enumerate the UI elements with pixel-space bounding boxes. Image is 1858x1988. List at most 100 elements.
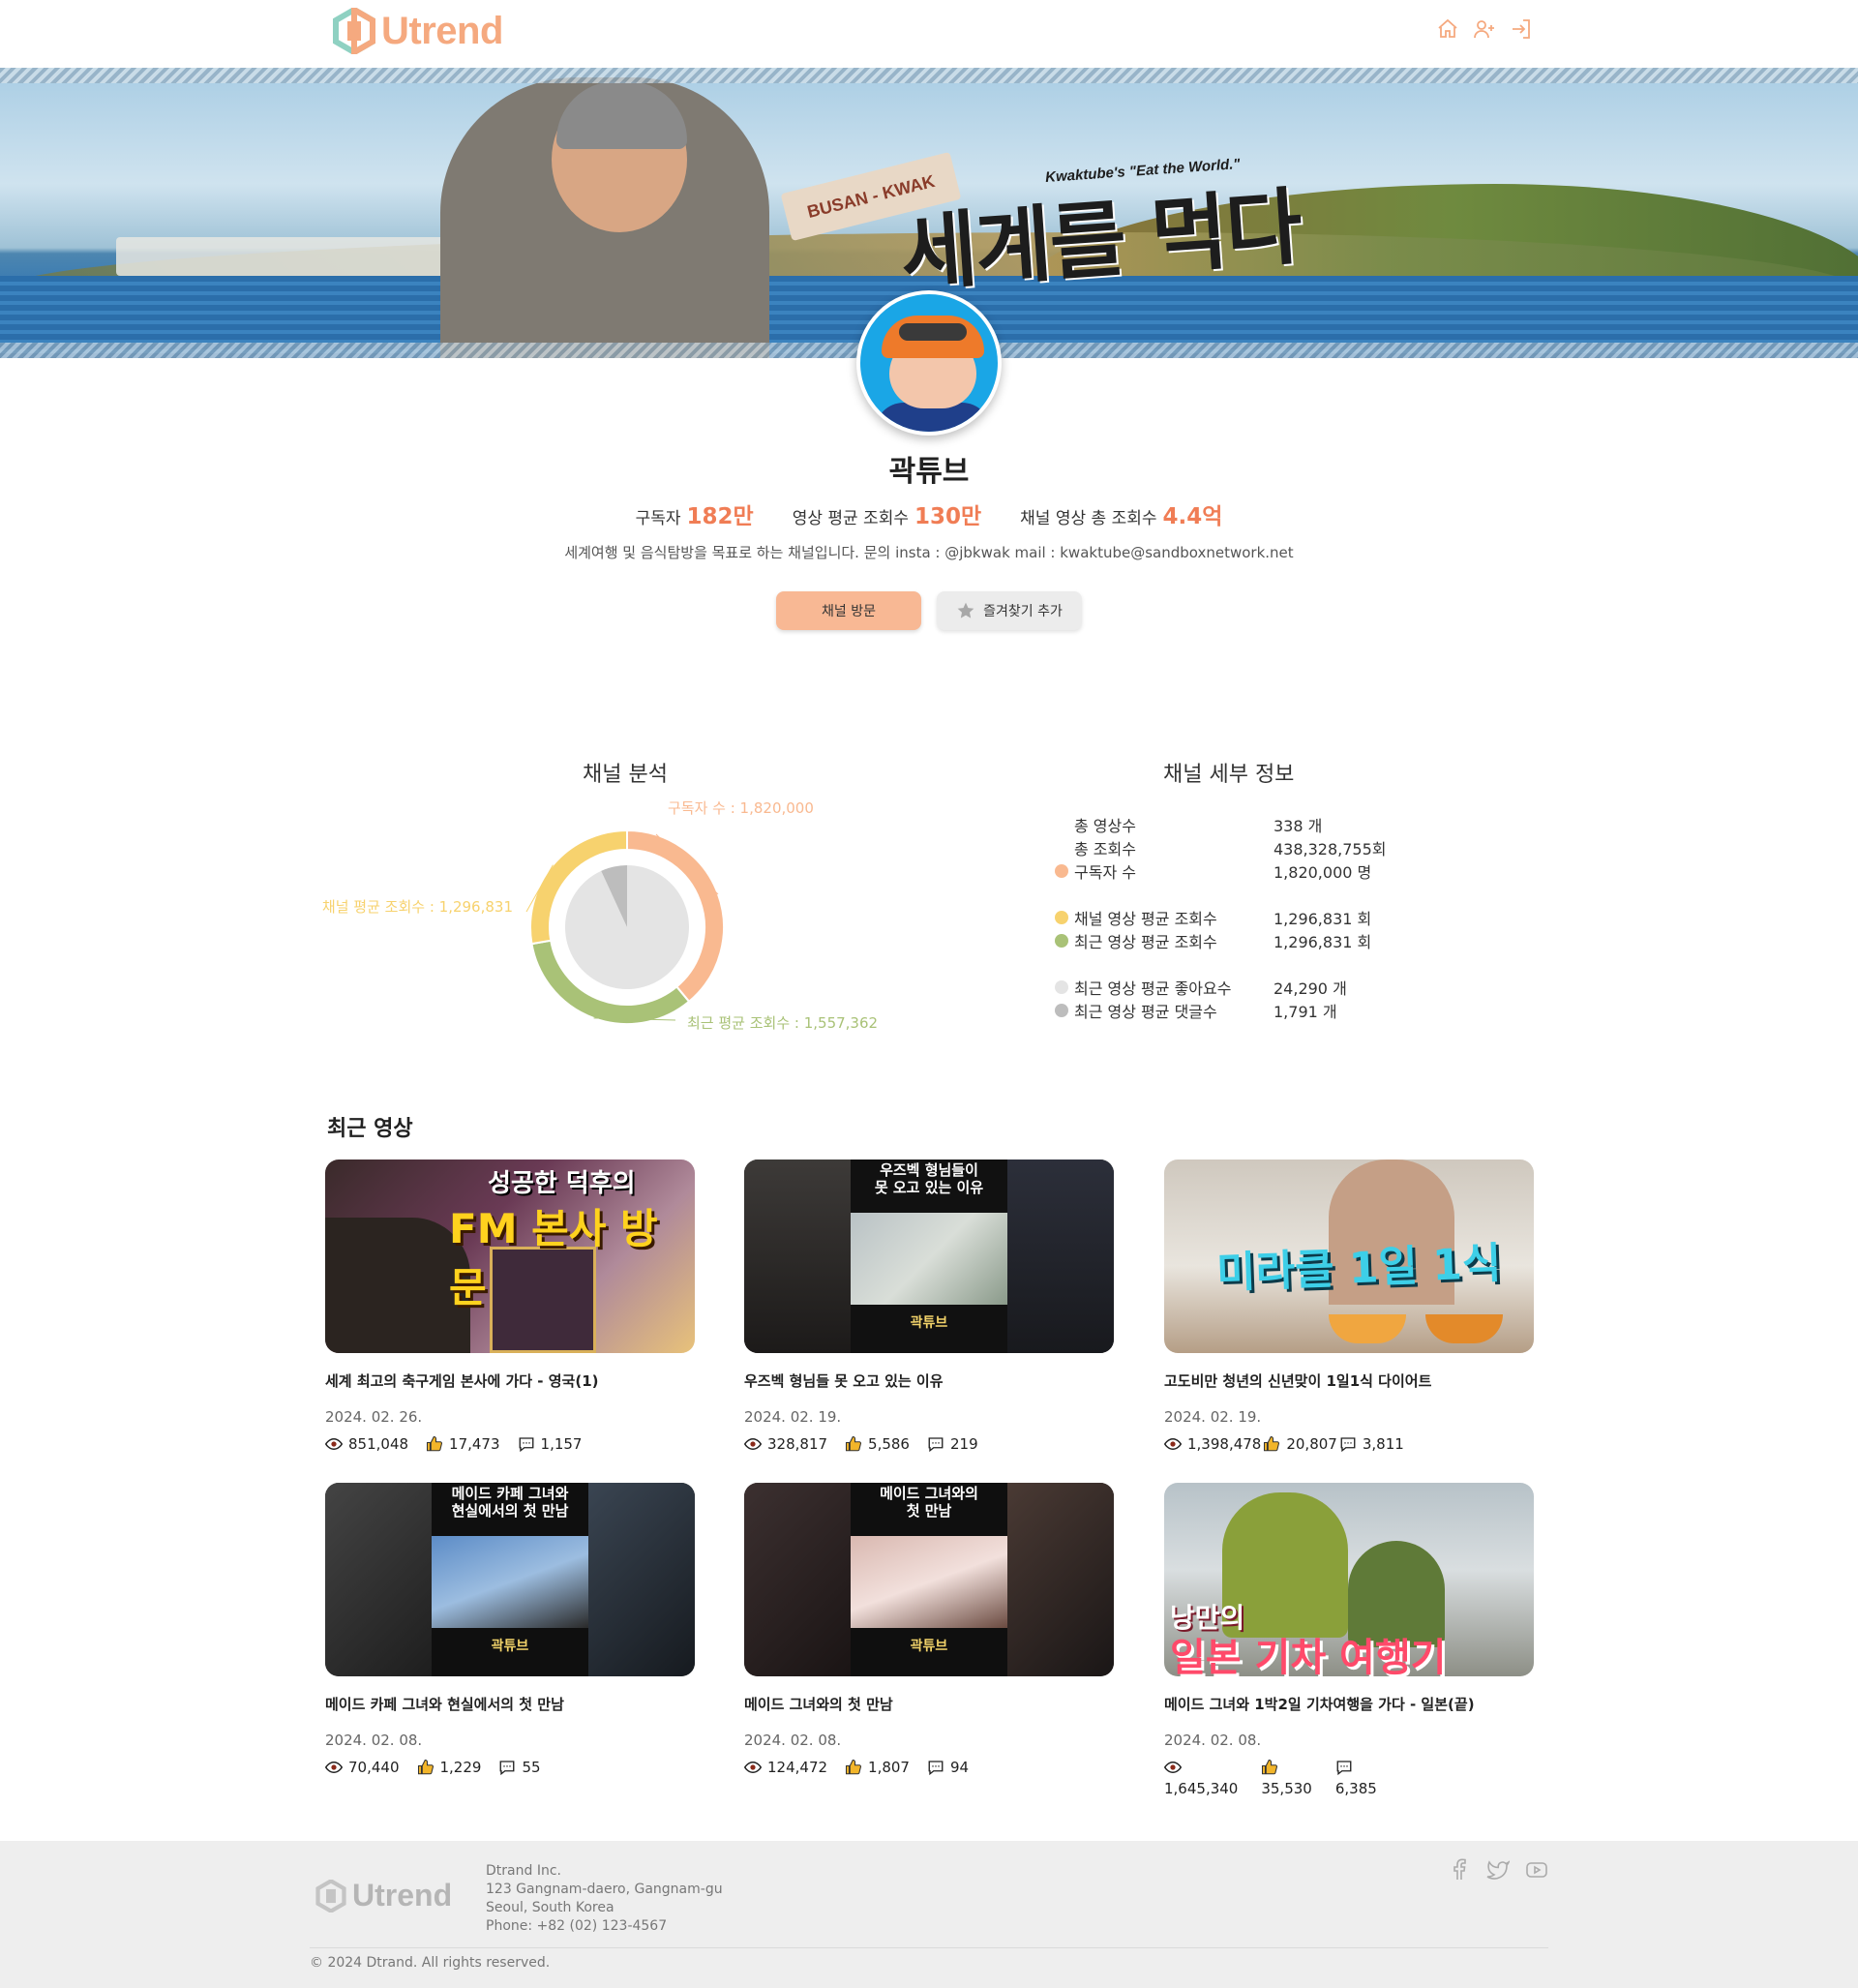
stat-label: 영상 평균 조회수 <box>792 509 909 528</box>
video-stats: 328,817 5,586 219 <box>744 1435 1114 1453</box>
thumb-side-left <box>744 1160 851 1353</box>
video-card[interactable]: 낭만의 일본 기차 여행기 메이드 그녀와 1박2일 기차여행을 가다 - 일본… <box>1164 1483 1534 1797</box>
login-icon[interactable] <box>1510 17 1533 41</box>
comment-count: 219 <box>949 1435 978 1453</box>
video-thumbnail[interactable]: 메이드 카페 그녀와 현실에서의 첫 만남 곽튜브 <box>325 1483 695 1676</box>
detail-value: 24,290 개 <box>1274 979 1347 998</box>
comment-count: 1,157 <box>540 1435 583 1453</box>
eye-icon <box>744 1761 762 1774</box>
video-card[interactable]: 우즈벡 형님들이 못 오고 있는 이유 곽튜브 우즈벡 형님들 못 오고 있는 … <box>744 1160 1114 1453</box>
home-icon[interactable] <box>1436 17 1459 41</box>
youtube-icon[interactable] <box>1525 1858 1548 1882</box>
video-card[interactable]: 메이드 카페 그녀와 현실에서의 첫 만남 곽튜브 메이드 카페 그녀와 현실에… <box>325 1483 695 1776</box>
user-plus-icon[interactable] <box>1473 17 1496 41</box>
video-thumbnail[interactable]: 미라클 1일 1식 <box>1164 1160 1534 1353</box>
video-date: 2024. 02. 08. <box>1164 1732 1262 1749</box>
detail-row: 채널 영상 평균 조회수 1,296,831 회 <box>1055 906 1442 929</box>
thumb-text: 곽튜브 <box>910 1639 948 1654</box>
logo-text: Utrend <box>381 9 503 52</box>
stat-total-views: 채널 영상 총 조회수 4.4억 <box>1020 497 1222 530</box>
recent-videos-title: 최근 영상 <box>327 1117 413 1141</box>
video-card[interactable]: 성공한 덕후의 FM 본사 방문 세계 최고의 축구게임 본사에 가다 - 영국… <box>325 1160 695 1453</box>
like-count: 17,473 <box>449 1435 500 1453</box>
channel-avatar <box>856 290 1002 436</box>
video-title[interactable]: 메이드 그녀와의 첫 만남 <box>744 1694 1114 1714</box>
detail-value: 438,328,755회 <box>1274 840 1387 858</box>
app-logo[interactable]: Utrend <box>333 8 503 54</box>
video-stats: 1,645,340 35,530 6,385 <box>1164 1759 1534 1797</box>
legend-dot <box>1055 980 1068 994</box>
thumb-text: 일본 기차 여행기 <box>1170 1636 1447 1676</box>
thumb-scene <box>851 1536 1007 1628</box>
slice-label: 구독자 수 : 1,820,000 <box>668 799 814 817</box>
video-thumbnail[interactable]: 우즈벡 형님들이 못 오고 있는 이유 곽튜브 <box>744 1160 1114 1353</box>
video-date: 2024. 02. 08. <box>325 1732 423 1749</box>
video-thumbnail[interactable]: 낭만의 일본 기차 여행기 <box>1164 1483 1534 1676</box>
eye-icon <box>744 1437 762 1451</box>
add-favorite-button[interactable]: 즐겨찾기 추가 <box>937 591 1082 630</box>
thumb-text: 우즈벡 형님들이 <box>880 1161 978 1179</box>
detail-list: 총 영상수 338 개 총 조회수 438,328,755회 구독자 수 1,820,… <box>1055 813 1442 1022</box>
view-count: 1,645,340 <box>1164 1780 1239 1797</box>
detail-label: 총 조회수 <box>1074 840 1136 858</box>
thumb-side-left <box>744 1483 851 1676</box>
footer-company: Dtrand Inc. <box>486 1863 561 1879</box>
video-card[interactable]: 미라클 1일 1식 고도비만 청년의 신년맞이 1일1식 다이어트 2024. … <box>1164 1160 1534 1453</box>
detail-label: 총 영상수 <box>1074 817 1136 835</box>
footer-address: Seoul, South Korea <box>486 1900 614 1915</box>
facebook-icon[interactable] <box>1448 1858 1471 1882</box>
view-count: 851,048 <box>348 1435 409 1453</box>
video-title[interactable]: 메이드 그녀와 1박2일 기차여행을 가다 - 일본(끝) <box>1164 1694 1534 1714</box>
channel-description: 세계여행 및 음식탐방을 목표로 하는 채널입니다. 문의 insta : @j… <box>564 544 1294 561</box>
video-thumbnail[interactable]: 메이드 그녀와의 첫 만남 곽튜브 <box>744 1483 1114 1676</box>
video-title[interactable]: 메이드 카페 그녀와 현실에서의 첫 만남 <box>325 1694 695 1714</box>
thumb-text: 메이드 그녀와의 <box>880 1485 978 1502</box>
visit-channel-button[interactable]: 채널 방문 <box>776 591 921 630</box>
footer-logo[interactable]: Utrend <box>315 1878 452 1913</box>
detail-label: 채널 영상 평균 조회수 <box>1074 910 1217 928</box>
detail-row: 최근 영상 평균 조회수 1,296,831 회 <box>1055 929 1442 952</box>
thumb-text: 못 오고 있는 이유 <box>874 1179 984 1196</box>
comment-icon <box>1340 1437 1356 1453</box>
thumb-caption: 우즈벡 형님들이 못 오고 있는 이유 <box>851 1161 1007 1196</box>
thumb-side-right <box>588 1483 695 1676</box>
thumb-scene <box>432 1536 588 1628</box>
thumb-side-right <box>1007 1160 1114 1353</box>
video-thumbnail[interactable]: 성공한 덕후의 FM 본사 방문 <box>325 1160 695 1353</box>
comment-count: 6,385 <box>1334 1780 1377 1797</box>
legend-dot <box>1055 864 1068 878</box>
avatar-goggles <box>899 323 967 341</box>
thumbs-up-icon <box>846 1435 862 1452</box>
comment-icon <box>928 1437 944 1453</box>
thumb-bowl <box>1329 1314 1406 1343</box>
footer-phone: Phone: +82 (02) 123-4567 <box>486 1918 668 1934</box>
eye-icon <box>1164 1761 1182 1774</box>
like-count: 1,229 <box>439 1759 482 1776</box>
footer: Utrend Dtrand Inc. 123 Gangnam-daero, Ga… <box>0 1841 1858 1988</box>
stat-value: 130만 <box>914 504 982 529</box>
footer-logo-text: Utrend <box>352 1878 453 1913</box>
like-count: 35,530 <box>1261 1780 1312 1797</box>
view-count: 124,472 <box>767 1759 828 1776</box>
video-card[interactable]: 메이드 그녀와의 첫 만남 곽튜브 메이드 그녀와의 첫 만남 2024. 02… <box>744 1483 1114 1776</box>
thumb-side-right <box>1007 1483 1114 1676</box>
thumb-text: 곽튜브 <box>910 1315 948 1331</box>
thumbs-up-icon <box>1264 1435 1280 1452</box>
twitter-icon[interactable] <box>1486 1858 1511 1882</box>
legend-dot <box>1055 1004 1068 1017</box>
detail-value: 1,296,831 회 <box>1274 933 1372 951</box>
video-stats: 124,472 1,807 94 <box>744 1759 1114 1776</box>
thumbs-up-icon <box>846 1759 862 1775</box>
video-title[interactable]: 우즈벡 형님들 못 오고 있는 이유 <box>744 1371 1114 1391</box>
detail-label: 최근 영상 평균 조회수 <box>1074 933 1217 951</box>
thumbs-up-icon <box>427 1435 443 1452</box>
footer-copyright: © 2024 Dtrand. All rights reserved. <box>310 1955 551 1971</box>
video-title[interactable]: 고도비만 청년의 신년맞이 1일1식 다이어트 <box>1164 1371 1534 1391</box>
legend-dot <box>1055 911 1068 924</box>
view-count: 328,817 <box>767 1435 828 1453</box>
thumb-caption: 메이드 그녀와의 첫 만남 <box>851 1485 1007 1520</box>
detail-label: 최근 영상 평균 좋아요수 <box>1074 979 1232 998</box>
video-title[interactable]: 세계 최고의 축구게임 본사에 가다 - 영국(1) <box>325 1371 695 1391</box>
detail-value: 1,791 개 <box>1274 1003 1337 1021</box>
channel-name: 곽튜브 <box>888 455 970 489</box>
